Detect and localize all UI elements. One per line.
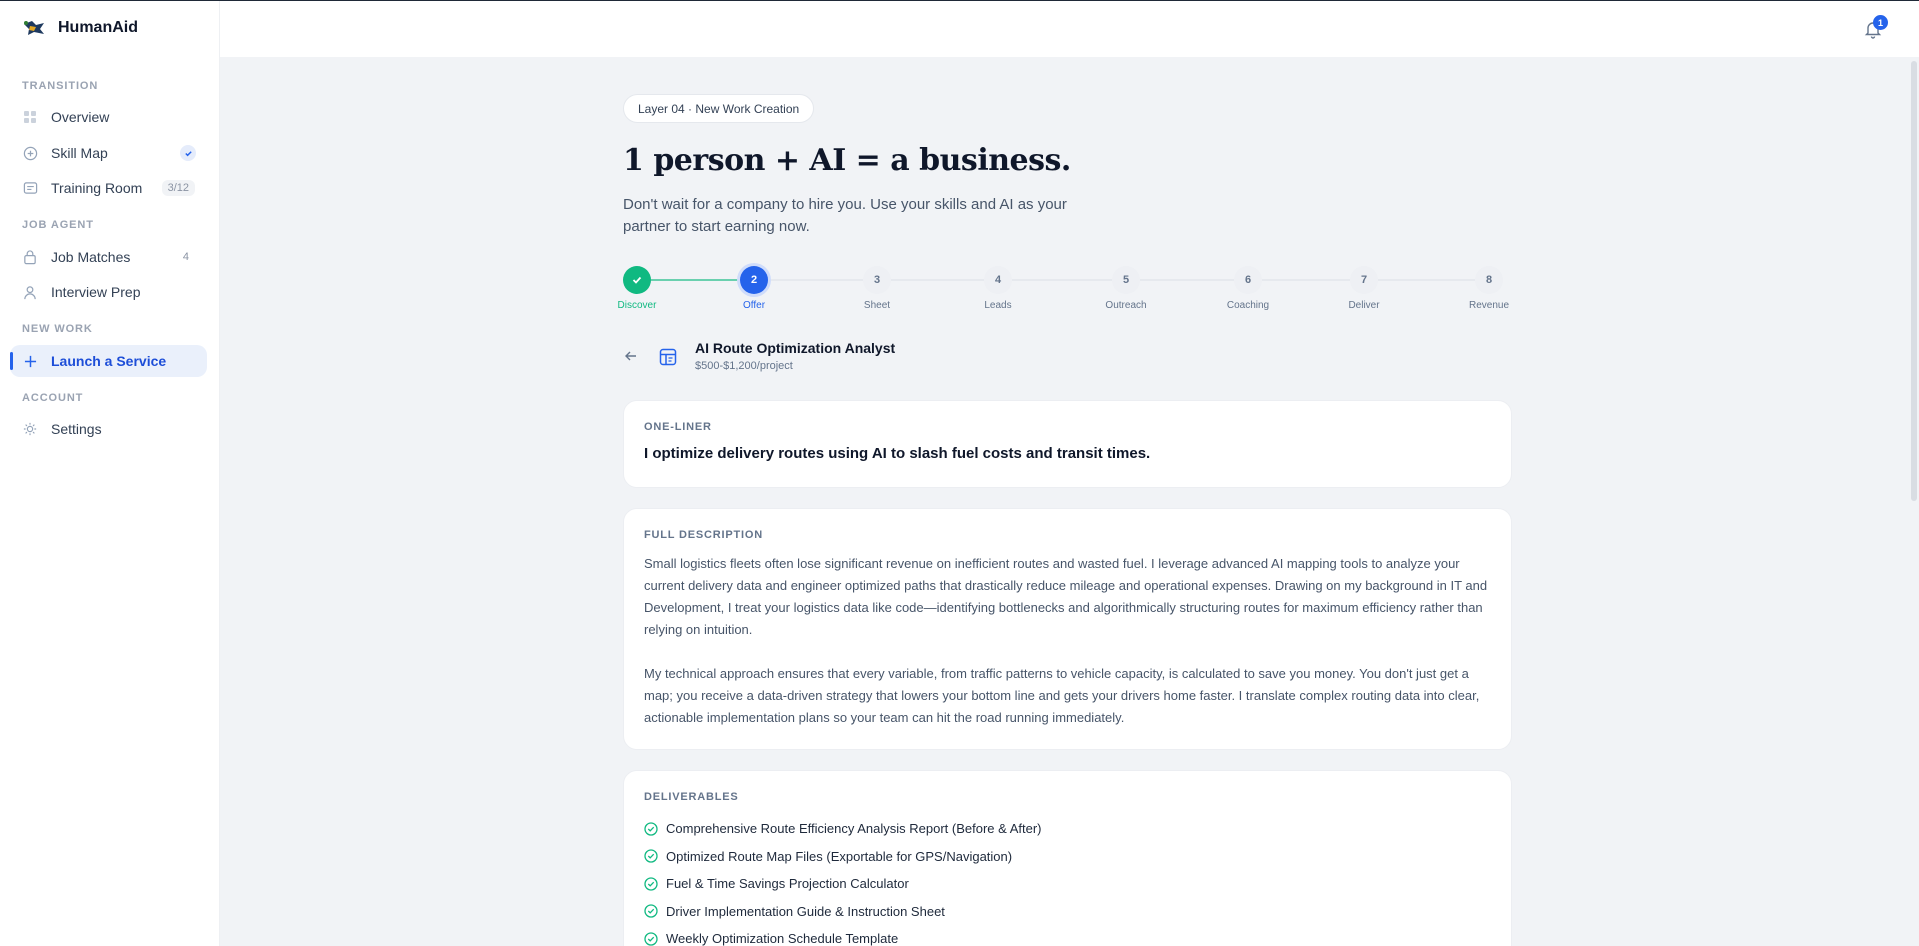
sidebar-item-label: Skill Map (51, 145, 108, 161)
step-discover[interactable]: Discover (618, 266, 656, 311)
description-card: FULL DESCRIPTION Small logistics fleets … (623, 508, 1512, 750)
layer-pill: Layer 04 · New Work Creation (623, 94, 815, 123)
deliverable-text: Optimized Route Map Files (Exportable fo… (666, 848, 1013, 864)
briefcase-icon (22, 249, 38, 265)
card-label: ONE-LINER (644, 421, 712, 433)
step-leads[interactable]: 4 Leads (984, 266, 1012, 311)
grid-icon (22, 109, 38, 125)
step-outreach[interactable]: 5 Outreach (1105, 266, 1147, 311)
list-item: Optimized Route Map Files (Exportable fo… (644, 843, 1491, 871)
deliverable-text: Driver Implementation Guide & Instructio… (666, 903, 945, 919)
step-number: 8 (1475, 266, 1503, 294)
list-item: Driver Implementation Guide & Instructio… (644, 898, 1491, 926)
sidebar-item-label: Overview (51, 109, 110, 125)
step-label: Revenue (1468, 300, 1510, 311)
service-title: AI Route Optimization Analyst (695, 340, 896, 356)
page-subtitle: Don't wait for a company to hire you. Us… (623, 196, 1067, 235)
sidebar-item-label: Launch a Service (51, 353, 167, 369)
step-label: Coaching (1226, 300, 1270, 311)
main-content: Layer 04 · New Work Creation 1 person + … (618, 94, 1513, 946)
book-icon (22, 180, 38, 196)
list-item: Comprehensive Route Efficiency Analysis … (644, 815, 1491, 843)
check-circle-icon (644, 932, 658, 946)
step-sheet[interactable]: 3 Sheet (863, 266, 891, 311)
step-deliver[interactable]: 7 Deliver (1348, 266, 1380, 311)
deliverable-text: Comprehensive Route Efficiency Analysis … (666, 821, 1042, 837)
deliverables-list: Comprehensive Route Efficiency Analysis … (644, 815, 1491, 946)
page-title: 1 person + AI = a business. (623, 143, 1071, 178)
step-check-icon (623, 266, 651, 294)
deliverables-card: DELIVERABLES Comprehensive Route Efficie… (623, 770, 1512, 946)
check-circle-icon (644, 877, 658, 891)
list-item: Fuel & Time Savings Projection Calculato… (644, 870, 1491, 898)
step-label: Leads (984, 300, 1012, 311)
check-circle-icon (644, 822, 658, 836)
check-circle-icon (644, 904, 658, 918)
step-label: Outreach (1105, 300, 1147, 311)
sidebar-item-interview-prep[interactable]: Interview Prep (10, 276, 207, 308)
sidebar-item-job-matches[interactable]: Job Matches 4 (10, 241, 207, 273)
step-label: Discover (617, 300, 657, 311)
service-price: $500-$1,200/project (695, 360, 793, 372)
nav-section-job-agent: JOB AGENT (22, 219, 94, 231)
step-offer[interactable]: 2 Offer (740, 266, 768, 311)
step-number: 5 (1112, 266, 1140, 294)
step-number: 2 (740, 266, 768, 294)
sidebar-item-launch-service[interactable]: Launch a Service (10, 345, 207, 377)
list-item: Weekly Optimization Schedule Template (644, 925, 1491, 946)
layout-icon (659, 348, 677, 366)
brand[interactable]: HumanAid (0, 1, 219, 55)
nav-section-account: ACCOUNT (22, 392, 84, 404)
deliverable-text: Weekly Optimization Schedule Template (666, 931, 899, 946)
card-label: FULL DESCRIPTION (644, 529, 763, 541)
step-label: Deliver (1348, 300, 1380, 311)
scrollbar-thumb[interactable] (1911, 61, 1917, 501)
stepper-line-done (651, 279, 740, 281)
step-label: Sheet (863, 300, 891, 311)
step-coaching[interactable]: 6 Coaching (1227, 266, 1269, 311)
humanaid-logo-icon (24, 21, 44, 35)
brand-name: HumanAid (58, 19, 138, 36)
sidebar-item-label: Settings (51, 421, 102, 437)
step-number: 4 (984, 266, 1012, 294)
user-icon (22, 284, 38, 300)
one-liner-card: ONE-LINER I optimize delivery routes usi… (623, 400, 1512, 488)
plus-icon (22, 353, 38, 369)
sidebar-item-overview[interactable]: Overview (10, 101, 207, 133)
settings-icon (22, 421, 38, 437)
nav-section-transition: TRANSITION (22, 80, 99, 92)
nav-section-new-work: NEW WORK (22, 323, 93, 335)
step-number: 7 (1350, 266, 1378, 294)
count-badge: 4 (182, 251, 189, 263)
step-number: 6 (1234, 266, 1262, 294)
sidebar-item-settings[interactable]: Settings (10, 413, 207, 445)
sidebar-item-label: Training Room (51, 180, 143, 196)
sidebar-item-label: Job Matches (51, 249, 131, 265)
progress-badge: 3/12 (161, 180, 195, 196)
sidebar-item-label: Interview Prep (51, 284, 141, 300)
completed-check-icon (180, 145, 196, 161)
deliverable-text: Fuel & Time Savings Projection Calculato… (666, 876, 909, 892)
service-header: AI Route Optimization Analyst $500-$1,20… (623, 338, 1513, 386)
sidebar: HumanAid TRANSITION Overview Skill Map T… (0, 1, 220, 946)
step-label: Offer (742, 300, 766, 311)
sidebar-item-skill-map[interactable]: Skill Map (10, 137, 207, 169)
card-label: DELIVERABLES (644, 791, 739, 803)
check-circle-icon (644, 849, 658, 863)
description-paragraph: My technical approach ensures that every… (644, 666, 1480, 725)
compass-icon (22, 145, 38, 161)
one-liner-text: I optimize delivery routes using AI to s… (644, 445, 1151, 462)
notification-badge: 1 (1873, 15, 1888, 30)
step-number: 3 (863, 266, 891, 294)
progress-stepper: Discover 2 Offer 3 Sheet 4 Leads 5 Outre… (618, 266, 1513, 316)
step-revenue[interactable]: 8 Revenue (1469, 266, 1509, 311)
description-paragraph: Small logistics fleets often lose signif… (644, 556, 1488, 637)
sidebar-item-training-room[interactable]: Training Room 3/12 (10, 172, 207, 204)
topbar: 1 (220, 1, 1919, 57)
back-arrow-icon[interactable] (623, 348, 639, 364)
